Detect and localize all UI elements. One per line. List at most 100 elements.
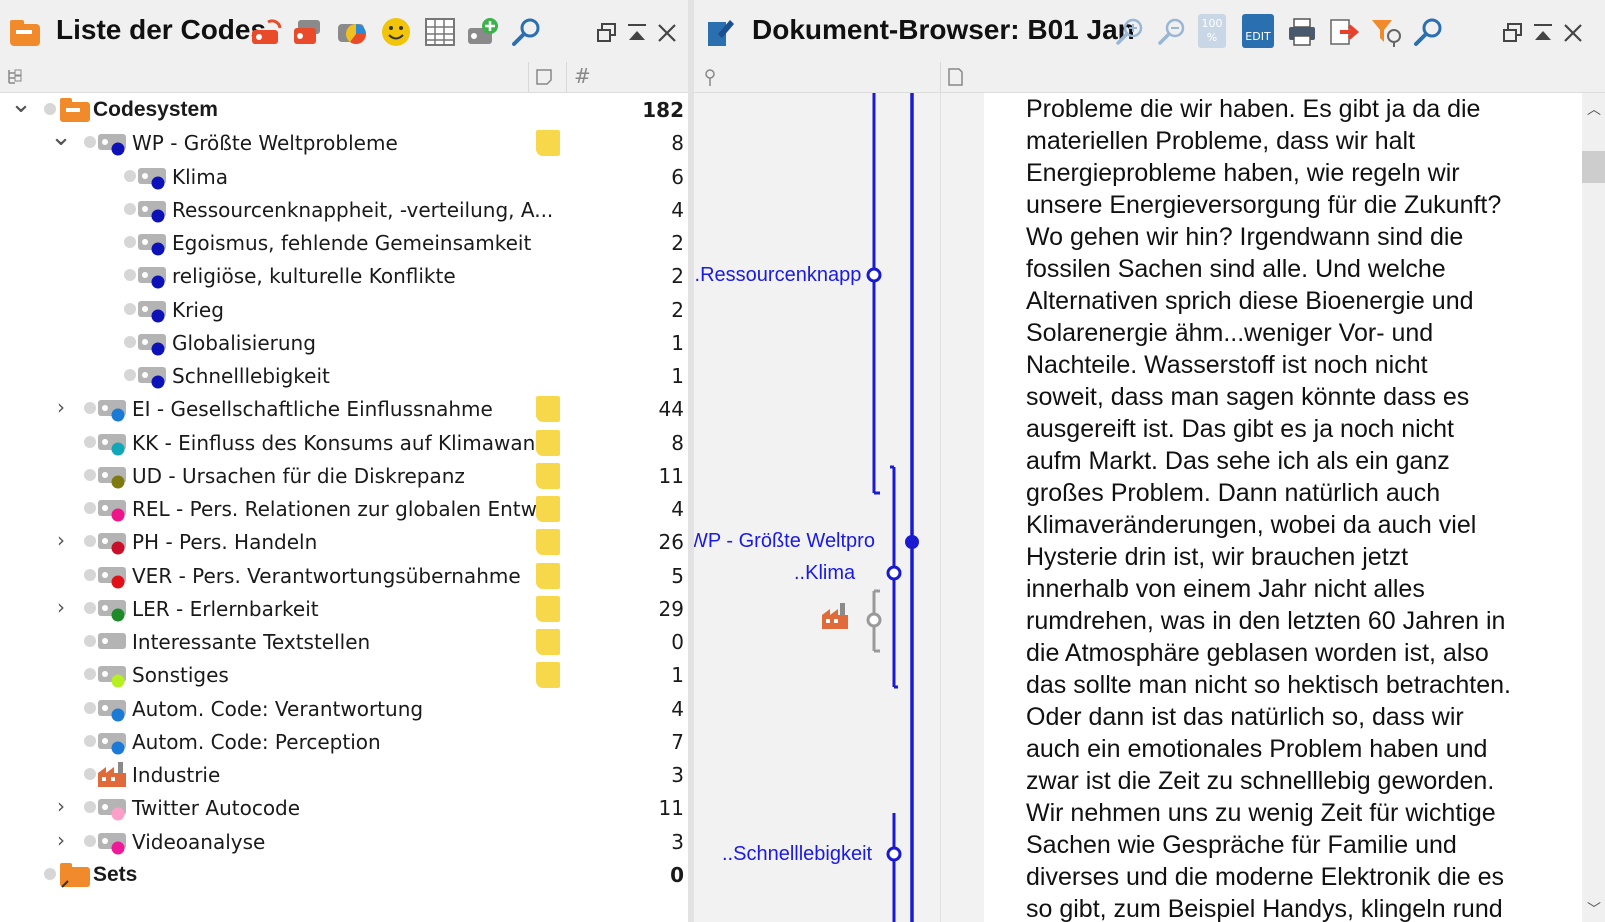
margin-label-schnelllebigkeit[interactable]: ..Schnelllebigkeit <box>722 843 872 866</box>
document-line[interactable]: diverses und die moderne Elektronik die … <box>1026 861 1582 893</box>
document-line[interactable]: Wir nehmen uns zu wenig Zeit für wichtig… <box>1026 797 1582 829</box>
document-text-area[interactable]: Probleme die wir haben. Es gibt ja da di… <box>984 93 1582 922</box>
activation-dot[interactable] <box>124 169 136 182</box>
search-icon[interactable] <box>510 16 542 48</box>
activation-dot[interactable] <box>124 335 136 348</box>
activation-dot[interactable] <box>84 435 96 448</box>
code-row[interactable]: › Twitter Autocode 11 <box>0 791 690 825</box>
document-line[interactable]: fossilen Sachen sind alle. Und welche <box>1026 253 1582 285</box>
activation-dot[interactable] <box>84 701 96 714</box>
code-row[interactable]: Interessante Textstellen 0 <box>0 625 690 659</box>
activation-dot[interactable] <box>84 502 96 514</box>
code-row[interactable]: Ressourcenknappheit, -verteilung, A... 4 <box>0 193 690 227</box>
activation-dot[interactable] <box>84 635 96 647</box>
activation-dot[interactable] <box>84 136 96 149</box>
code-memo-icon[interactable] <box>536 429 560 456</box>
zoom-100-button[interactable]: 100 % <box>1198 14 1226 48</box>
document-line[interactable]: Oder dann ist das natürlich so, dass wir <box>1026 701 1582 733</box>
code-tag-icon[interactable] <box>250 16 282 48</box>
code-row[interactable]: › EI - Gesellschaftliche Einflussnahme 44 <box>0 392 690 426</box>
code-row[interactable]: UD - Ursachen für die Diskrepanz 11 <box>0 459 690 493</box>
document-line[interactable]: Probleme die wir haben. Es gibt ja da di… <box>1026 93 1582 125</box>
undock-icon[interactable] <box>1502 22 1534 54</box>
document-line[interactable]: innerhalb von einem Jahr nicht alles <box>1026 573 1582 605</box>
activation-dot[interactable] <box>44 867 56 880</box>
minimize-pane-icon[interactable] <box>1532 22 1564 54</box>
scroll-down-arrow[interactable]: ﹀ <box>1587 899 1601 919</box>
activation-dot[interactable] <box>84 568 96 581</box>
document-line[interactable]: auch ein emotionales Problem haben und <box>1026 733 1582 765</box>
activation-dot[interactable] <box>44 103 56 115</box>
document-line[interactable]: ausgereift ist. Das gibt es ja noch nich… <box>1026 413 1582 445</box>
collapse-chevron-icon[interactable]: ⌄ <box>50 122 72 152</box>
margin-label-ressourcen[interactable]: ..Ressourcenknapp <box>694 264 861 287</box>
document-scrollbar[interactable]: ︿ ﹀ <box>1582 93 1605 922</box>
document-line[interactable]: materiellen Probleme, dass wir halt <box>1026 125 1582 157</box>
activation-dot[interactable] <box>84 601 96 614</box>
document-line[interactable]: soweit, dass man sagen könnte dass es <box>1026 381 1582 413</box>
wp-stripe-handle[interactable] <box>905 535 919 549</box>
scroll-thumb[interactable] <box>1582 151 1605 183</box>
document-line[interactable]: Klimaveränderungen, wobei da auch viel <box>1026 509 1582 541</box>
activation-dot[interactable] <box>124 369 136 381</box>
code-row[interactable]: › Videoanalyse 3 <box>0 825 690 859</box>
code-memo-icon[interactable] <box>536 130 560 157</box>
activation-dot[interactable] <box>84 668 96 681</box>
activation-dot[interactable] <box>84 468 96 481</box>
margin-label-klima[interactable]: ..Klima <box>794 562 855 585</box>
expand-chevron-icon[interactable]: › <box>50 595 72 619</box>
close-pane-icon[interactable] <box>656 22 688 54</box>
code-row[interactable]: Sonstiges 1 <box>0 658 690 692</box>
document-line[interactable]: Alternativen sprich diese Bioenergie und <box>1026 285 1582 317</box>
document-line[interactable]: großes Problem. Dann natürlich auch <box>1026 477 1582 509</box>
code-row[interactable]: religiöse, kulturelle Konflikte 2 <box>0 259 690 293</box>
document-line[interactable]: so gibt, zum Beispiel Handys, klingeln r… <box>1026 893 1582 922</box>
tree-root-codesystem[interactable]: ⌄ Codesystem 182 <box>0 89 690 127</box>
code-memo-icon[interactable] <box>536 496 560 522</box>
scroll-up-arrow[interactable]: ︿ <box>1587 99 1601 119</box>
code-row[interactable]: Globalisierung 1 <box>0 326 690 360</box>
klima-stripe-handle[interactable] <box>886 565 902 581</box>
memo-column-icon[interactable] <box>534 67 554 87</box>
code-filter-icon[interactable] <box>1370 16 1402 48</box>
activation-dot[interactable] <box>84 734 96 747</box>
coding-stripes-margin[interactable]: ..Ressourcenknapp WP - Größte Weltpro ..… <box>694 93 956 922</box>
activation-dot[interactable] <box>124 202 136 215</box>
schnell-stripe-handle[interactable] <box>886 846 902 862</box>
code-row[interactable]: Krieg 2 <box>0 293 690 327</box>
document-line[interactable]: das sollte man nicht so hektisch betrach… <box>1026 669 1582 701</box>
document-line[interactable]: Wo gehen wir hin? Irgendwann sind die <box>1026 221 1582 253</box>
code-sets-icon[interactable] <box>292 16 324 48</box>
code-row[interactable]: › PH - Pers. Handeln 26 <box>0 525 690 559</box>
code-row[interactable]: ⌄ WP - Größte Weltprobleme 8 <box>0 122 690 160</box>
code-memo-icon[interactable] <box>536 396 560 423</box>
document-line[interactable]: Sachen wie Gespräche für Familie und <box>1026 829 1582 861</box>
smiley-icon[interactable] <box>380 16 412 48</box>
coding-stripes[interactable] <box>694 93 956 922</box>
memo-margin[interactable] <box>940 93 985 922</box>
margin-label-wp[interactable]: WP - Größte Weltpro <box>694 530 875 553</box>
document-line[interactable]: rumdrehen, was in den letzten 60 Jahren … <box>1026 605 1582 637</box>
tree-view-icon[interactable] <box>6 68 24 86</box>
expand-chevron-icon[interactable]: › <box>50 528 72 552</box>
document-search-icon[interactable] <box>1412 16 1444 48</box>
close-pane-icon[interactable] <box>1562 22 1594 54</box>
code-memo-icon[interactable] <box>536 529 560 556</box>
document-line[interactable]: zwar ist die Zeit zu schnelllebig geword… <box>1026 765 1582 797</box>
activation-dot[interactable] <box>84 801 96 814</box>
code-stripe-pin-icon[interactable] <box>702 68 718 88</box>
activation-dot[interactable] <box>84 535 96 548</box>
table-icon[interactable] <box>424 16 456 48</box>
code-row[interactable]: Egoismus, fehlende Gemeinsamkeit 2 <box>0 226 690 260</box>
code-row[interactable]: Autom. Code: Verantwortung 4 <box>0 692 690 726</box>
tree-root-sets[interactable]: Sets 0 <box>0 858 690 892</box>
minimize-pane-icon[interactable] <box>626 22 658 54</box>
document-text[interactable]: Probleme die wir haben. Es gibt ja da di… <box>1026 93 1582 922</box>
print-icon[interactable] <box>1286 16 1318 48</box>
ressourcen-stripe-handle[interactable] <box>866 267 882 283</box>
document-line[interactable]: die Atmosphäre geblasen worden ist, also <box>1026 637 1582 669</box>
code-row[interactable]: Industrie 3 <box>0 758 690 792</box>
factory-icon[interactable] <box>822 603 848 629</box>
expand-chevron-icon[interactable]: › <box>50 794 72 818</box>
code-row[interactable]: Klima 6 <box>0 160 690 194</box>
